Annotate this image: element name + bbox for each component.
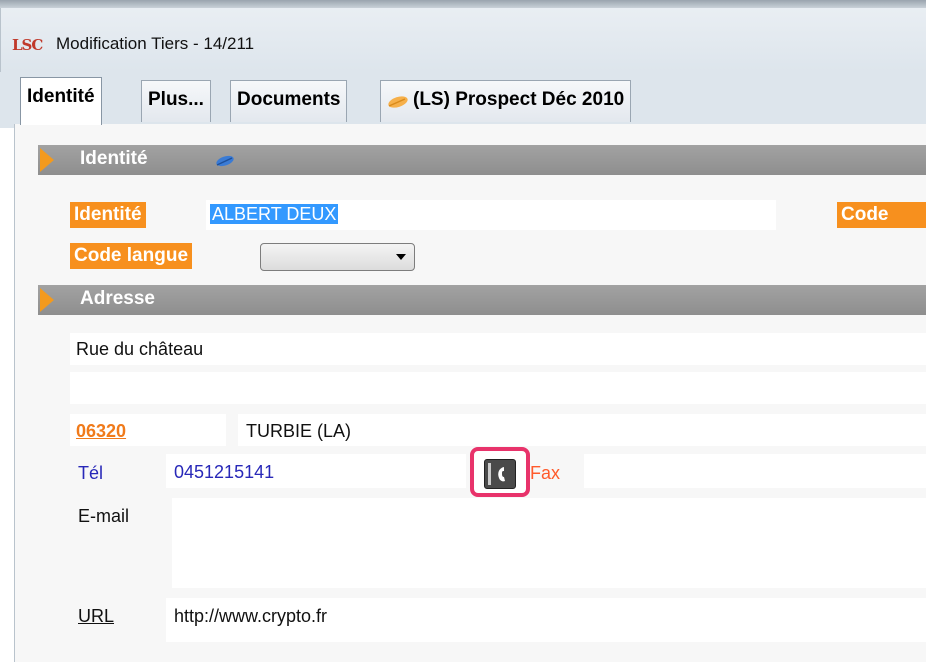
code-langue-dropdown[interactable] xyxy=(260,243,415,271)
address-line2-field[interactable] xyxy=(70,372,926,404)
section-title-identite: Identité xyxy=(80,148,148,169)
code-label: Code xyxy=(837,202,926,228)
section-header-identite[interactable]: Identité xyxy=(38,145,926,175)
city-value: TURBIE (LA) xyxy=(246,421,352,441)
fax-label: Fax xyxy=(530,463,561,483)
section-title-adresse: Adresse xyxy=(80,288,155,309)
tab-identite-label: Identité xyxy=(27,86,95,107)
tab-identite[interactable]: Identité xyxy=(20,77,102,125)
phone-book-icon xyxy=(488,463,505,485)
url-label[interactable]: URL xyxy=(78,606,114,627)
address-line1-field[interactable]: Rue du château xyxy=(70,333,926,365)
identite-field[interactable]: ALBERT DEUX xyxy=(206,200,776,230)
window-title: Modification Tiers - 14/211 xyxy=(56,34,255,53)
section-header-adresse[interactable]: Adresse xyxy=(38,285,926,315)
tel-value: 0451215141 xyxy=(174,462,275,482)
email-label: E-mail xyxy=(78,506,130,526)
postal-code-link[interactable]: 06320 xyxy=(76,421,126,442)
phone-dial-button-highlight xyxy=(470,447,530,497)
tab-plus-label: Plus... xyxy=(148,89,204,110)
city-field[interactable]: TURBIE (LA) xyxy=(238,414,926,446)
postal-code-field[interactable]: 06320 xyxy=(70,414,226,446)
address-line1-value: Rue du château xyxy=(76,339,204,359)
fax-field[interactable] xyxy=(584,454,926,488)
identite-value: ALBERT DEUX xyxy=(210,204,339,224)
chevron-down-icon xyxy=(396,254,406,260)
leaf-icon xyxy=(214,153,236,172)
tel-field[interactable]: 0451215141 xyxy=(166,454,466,488)
tab-plus[interactable]: Plus... xyxy=(141,80,211,122)
window-top-border xyxy=(0,0,926,8)
tel-label: Tél xyxy=(78,463,104,483)
identite-label: Identité xyxy=(70,202,146,228)
tab-prospect-label: (LS) Prospect Déc 2010 xyxy=(413,89,625,110)
tab-documents[interactable]: Documents xyxy=(230,80,348,122)
email-field[interactable] xyxy=(172,498,926,588)
section-expand-arrow-icon xyxy=(40,148,54,172)
code-langue-label: Code langue xyxy=(70,243,193,269)
tab-documents-label: Documents xyxy=(237,89,341,110)
app-logo: LSC xyxy=(12,36,43,54)
url-value: http://www.crypto.fr xyxy=(174,606,328,626)
section-expand-arrow-icon xyxy=(40,288,54,312)
url-field[interactable]: http://www.crypto.fr xyxy=(166,598,926,642)
leaf-icon xyxy=(387,93,409,108)
tab-prospect[interactable]: (LS) Prospect Déc 2010 xyxy=(380,80,632,122)
phone-dial-button[interactable] xyxy=(484,459,516,489)
